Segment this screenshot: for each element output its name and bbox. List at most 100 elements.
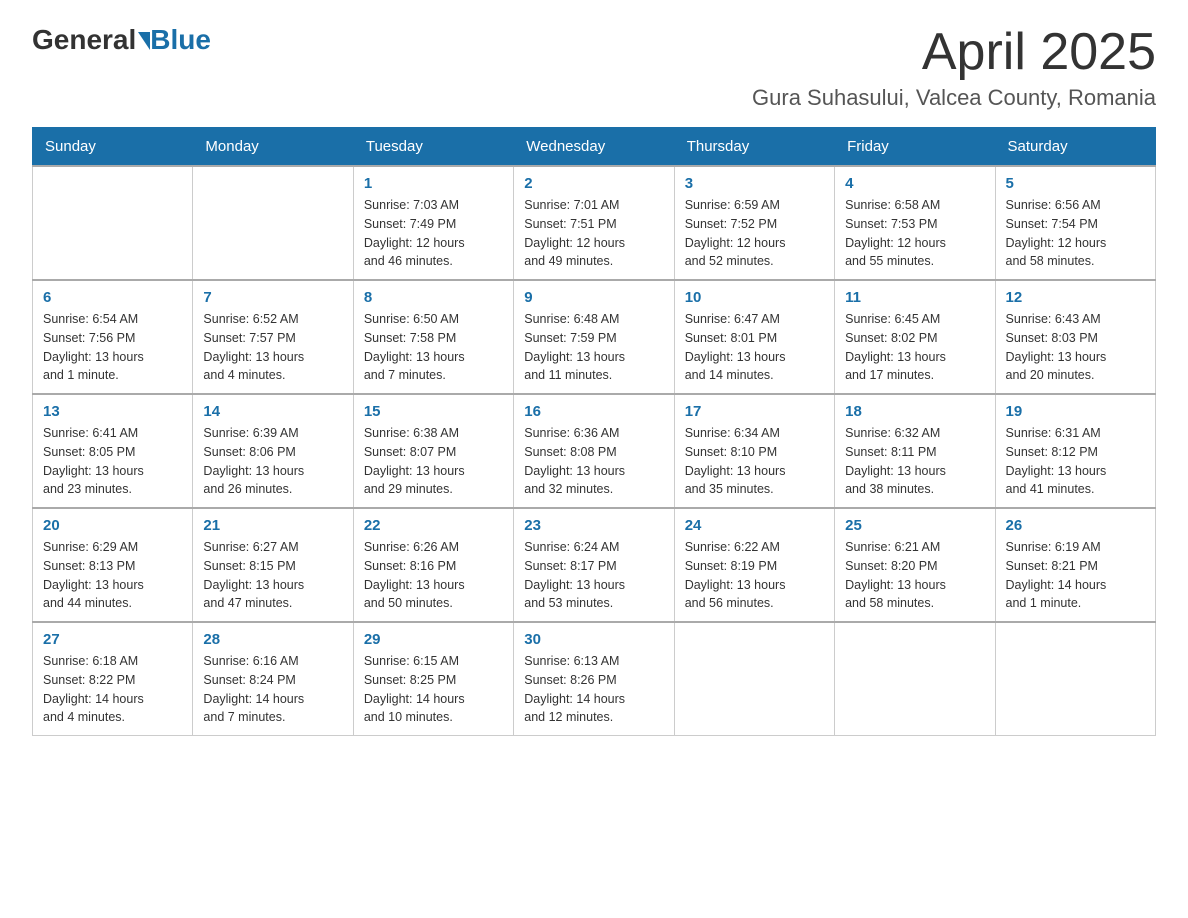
week-row-4: 20 Sunrise: 6:29 AM Sunset: 8:13 PM Dayli…	[33, 508, 1156, 622]
day-info: Sunrise: 6:22 AM Sunset: 8:19 PM Dayligh…	[685, 538, 824, 613]
day-number: 4	[845, 175, 984, 192]
page-header: General Blue April 2025 Gura Suhasului, …	[32, 24, 1156, 111]
calendar-cell: 12 Sunrise: 6:43 AM Sunset: 8:03 PM Dayli…	[995, 280, 1155, 394]
day-number: 16	[524, 403, 663, 420]
calendar-cell: 10 Sunrise: 6:47 AM Sunset: 8:01 PM Dayli…	[674, 280, 834, 394]
day-number: 29	[364, 631, 503, 648]
day-info: Sunrise: 6:54 AM Sunset: 7:56 PM Dayligh…	[43, 310, 182, 385]
week-row-2: 6 Sunrise: 6:54 AM Sunset: 7:56 PM Daylig…	[33, 280, 1156, 394]
day-number: 22	[364, 517, 503, 534]
calendar-cell: 3Sunrise: 6:59 AM Sunset: 7:52 PM Daylig…	[674, 166, 834, 280]
title-section: April 2025 Gura Suhasului, Valcea County…	[752, 24, 1156, 111]
day-info: Sunrise: 6:45 AM Sunset: 8:02 PM Dayligh…	[845, 310, 984, 385]
calendar-cell	[33, 166, 193, 280]
day-number: 30	[524, 631, 663, 648]
calendar-cell: 8 Sunrise: 6:50 AM Sunset: 7:58 PM Daylig…	[353, 280, 513, 394]
day-number: 7	[203, 289, 342, 306]
day-info: Sunrise: 6:59 AM Sunset: 7:52 PM Dayligh…	[685, 196, 824, 271]
col-header-thursday: Thursday	[674, 128, 834, 167]
calendar-cell: 1 Sunrise: 7:03 AM Sunset: 7:49 PM Daylig…	[353, 166, 513, 280]
day-info: Sunrise: 6:18 AM Sunset: 8:22 PM Dayligh…	[43, 652, 182, 727]
calendar-cell: 18 Sunrise: 6:32 AM Sunset: 8:11 PM Dayli…	[835, 394, 995, 508]
day-info: Sunrise: 7:03 AM Sunset: 7:49 PM Dayligh…	[364, 196, 503, 271]
day-info: Sunrise: 6:38 AM Sunset: 8:07 PM Dayligh…	[364, 424, 503, 499]
logo-general-text: General	[32, 24, 136, 56]
day-info: Sunrise: 6:52 AM Sunset: 7:57 PM Dayligh…	[203, 310, 342, 385]
calendar-header-row: SundayMondayTuesdayWednesdayThursdayFrid…	[33, 128, 1156, 167]
day-number: 1	[364, 175, 503, 192]
logo: General Blue	[32, 24, 211, 56]
day-info: Sunrise: 6:58 AM Sunset: 7:53 PM Dayligh…	[845, 196, 984, 271]
calendar-cell: 29Sunrise: 6:15 AM Sunset: 8:25 PM Dayli…	[353, 622, 513, 736]
calendar-cell: 2Sunrise: 7:01 AM Sunset: 7:51 PM Daylig…	[514, 166, 674, 280]
col-header-saturday: Saturday	[995, 128, 1155, 167]
day-info: Sunrise: 6:47 AM Sunset: 8:01 PM Dayligh…	[685, 310, 824, 385]
calendar-table: SundayMondayTuesdayWednesdayThursdayFrid…	[32, 127, 1156, 736]
day-info: Sunrise: 6:29 AM Sunset: 8:13 PM Dayligh…	[43, 538, 182, 613]
day-info: Sunrise: 7:01 AM Sunset: 7:51 PM Dayligh…	[524, 196, 663, 271]
week-row-3: 13Sunrise: 6:41 AM Sunset: 8:05 PM Dayli…	[33, 394, 1156, 508]
day-number: 26	[1006, 517, 1145, 534]
calendar-cell	[674, 622, 834, 736]
day-number: 9	[524, 289, 663, 306]
calendar-cell: 28 Sunrise: 6:16 AM Sunset: 8:24 PM Dayli…	[193, 622, 353, 736]
calendar-cell: 22Sunrise: 6:26 AM Sunset: 8:16 PM Dayli…	[353, 508, 513, 622]
day-info: Sunrise: 6:32 AM Sunset: 8:11 PM Dayligh…	[845, 424, 984, 499]
day-number: 25	[845, 517, 984, 534]
day-number: 28	[203, 631, 342, 648]
day-number: 6	[43, 289, 182, 306]
calendar-cell: 20 Sunrise: 6:29 AM Sunset: 8:13 PM Dayli…	[33, 508, 193, 622]
day-number: 13	[43, 403, 182, 420]
day-number: 8	[364, 289, 503, 306]
col-header-tuesday: Tuesday	[353, 128, 513, 167]
day-number: 18	[845, 403, 984, 420]
calendar-cell: 16Sunrise: 6:36 AM Sunset: 8:08 PM Dayli…	[514, 394, 674, 508]
day-number: 27	[43, 631, 182, 648]
calendar-cell: 7 Sunrise: 6:52 AM Sunset: 7:57 PM Daylig…	[193, 280, 353, 394]
day-info: Sunrise: 6:34 AM Sunset: 8:10 PM Dayligh…	[685, 424, 824, 499]
day-info: Sunrise: 6:13 AM Sunset: 8:26 PM Dayligh…	[524, 652, 663, 727]
calendar-cell	[193, 166, 353, 280]
day-number: 21	[203, 517, 342, 534]
day-info: Sunrise: 6:19 AM Sunset: 8:21 PM Dayligh…	[1006, 538, 1145, 613]
day-number: 5	[1006, 175, 1145, 192]
calendar-cell: 4 Sunrise: 6:58 AM Sunset: 7:53 PM Daylig…	[835, 166, 995, 280]
day-number: 10	[685, 289, 824, 306]
week-row-1: 1 Sunrise: 7:03 AM Sunset: 7:49 PM Daylig…	[33, 166, 1156, 280]
day-number: 11	[845, 289, 984, 306]
calendar-cell	[835, 622, 995, 736]
day-info: Sunrise: 6:16 AM Sunset: 8:24 PM Dayligh…	[203, 652, 342, 727]
logo-blue-text: Blue	[150, 24, 211, 56]
month-title: April 2025	[752, 24, 1156, 81]
logo-blue-part: Blue	[136, 24, 211, 56]
calendar-cell: 15Sunrise: 6:38 AM Sunset: 8:07 PM Dayli…	[353, 394, 513, 508]
calendar-cell: 5 Sunrise: 6:56 AM Sunset: 7:54 PM Daylig…	[995, 166, 1155, 280]
day-number: 23	[524, 517, 663, 534]
logo-triangle-icon	[138, 32, 150, 50]
day-number: 19	[1006, 403, 1145, 420]
calendar-cell: 30 Sunrise: 6:13 AM Sunset: 8:26 PM Dayli…	[514, 622, 674, 736]
col-header-sunday: Sunday	[33, 128, 193, 167]
day-number: 24	[685, 517, 824, 534]
day-number: 12	[1006, 289, 1145, 306]
calendar-cell: 9 Sunrise: 6:48 AM Sunset: 7:59 PM Daylig…	[514, 280, 674, 394]
day-info: Sunrise: 6:27 AM Sunset: 8:15 PM Dayligh…	[203, 538, 342, 613]
day-info: Sunrise: 6:24 AM Sunset: 8:17 PM Dayligh…	[524, 538, 663, 613]
calendar-cell: 13Sunrise: 6:41 AM Sunset: 8:05 PM Dayli…	[33, 394, 193, 508]
calendar-cell	[995, 622, 1155, 736]
calendar-cell: 11 Sunrise: 6:45 AM Sunset: 8:02 PM Dayli…	[835, 280, 995, 394]
calendar-cell: 23 Sunrise: 6:24 AM Sunset: 8:17 PM Dayli…	[514, 508, 674, 622]
day-info: Sunrise: 6:56 AM Sunset: 7:54 PM Dayligh…	[1006, 196, 1145, 271]
day-info: Sunrise: 6:43 AM Sunset: 8:03 PM Dayligh…	[1006, 310, 1145, 385]
day-number: 14	[203, 403, 342, 420]
calendar-cell: 21 Sunrise: 6:27 AM Sunset: 8:15 PM Dayli…	[193, 508, 353, 622]
col-header-friday: Friday	[835, 128, 995, 167]
day-number: 20	[43, 517, 182, 534]
day-info: Sunrise: 6:48 AM Sunset: 7:59 PM Dayligh…	[524, 310, 663, 385]
col-header-wednesday: Wednesday	[514, 128, 674, 167]
day-info: Sunrise: 6:21 AM Sunset: 8:20 PM Dayligh…	[845, 538, 984, 613]
calendar-cell: 27 Sunrise: 6:18 AM Sunset: 8:22 PM Dayli…	[33, 622, 193, 736]
calendar-cell: 14Sunrise: 6:39 AM Sunset: 8:06 PM Dayli…	[193, 394, 353, 508]
day-info: Sunrise: 6:50 AM Sunset: 7:58 PM Dayligh…	[364, 310, 503, 385]
col-header-monday: Monday	[193, 128, 353, 167]
